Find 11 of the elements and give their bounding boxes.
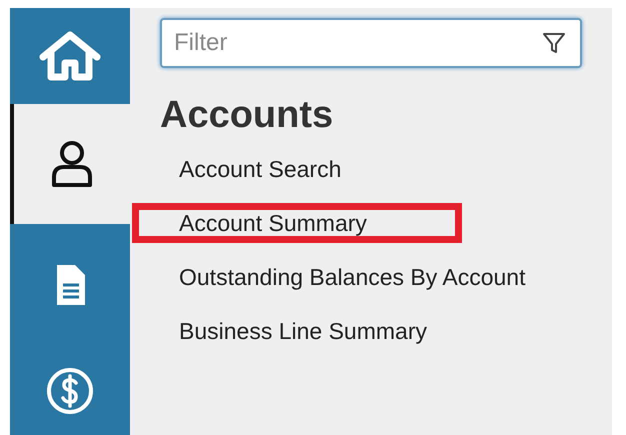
menu-link[interactable]: Outstanding Balances By Account <box>132 257 540 297</box>
menu-link[interactable]: Account Summary <box>132 203 462 243</box>
user-icon <box>50 139 94 190</box>
section-title: Accounts <box>160 94 334 137</box>
menu-link[interactable]: Business Line Summary <box>132 311 462 351</box>
home-icon <box>39 31 101 82</box>
menu-link[interactable]: Account Search <box>132 149 462 189</box>
dollar-icon <box>45 366 95 416</box>
nav-tab[interactable] <box>10 104 130 224</box>
filter-field[interactable]: Filter <box>160 18 582 68</box>
filter-icon <box>542 31 566 55</box>
